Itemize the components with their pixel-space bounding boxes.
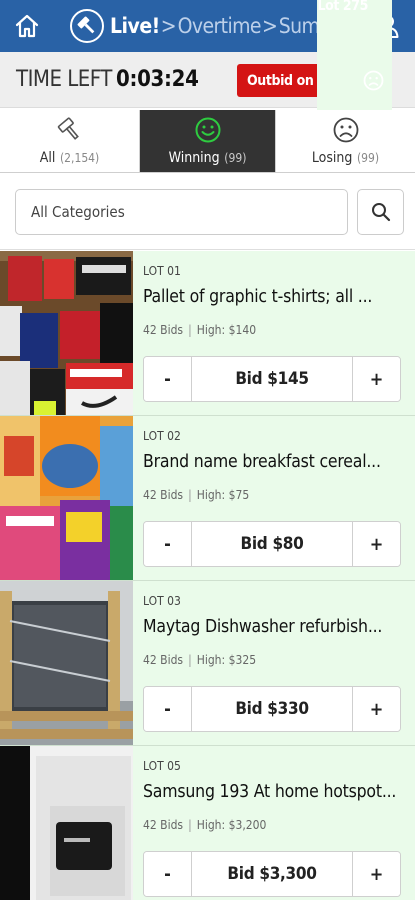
frown-icon xyxy=(333,117,358,143)
tab-all[interactable]: All (2,154) xyxy=(0,110,140,172)
lot-title[interactable]: Brand name breakfast cereal... xyxy=(143,452,405,472)
decrease-bid-button[interactable]: - xyxy=(144,357,192,401)
decrease-bid-button[interactable]: - xyxy=(144,522,192,566)
tab-winning-count: (99) xyxy=(224,151,247,165)
lot-card[interactable]: LOT 03 Maytag Dishwasher refurbish... 42… xyxy=(0,581,415,746)
gavel-icon xyxy=(57,117,79,140)
breadcrumb-separator: > xyxy=(261,14,278,38)
outbid-alert-button[interactable]: Outbid on Lot 275 xyxy=(237,0,392,163)
gavel-icon xyxy=(70,9,104,43)
tab-winning[interactable]: Winning (99) xyxy=(140,110,276,172)
lot-number: LOT 05 xyxy=(143,759,181,773)
lot-meta: 42 Bids | High: $3,200 xyxy=(143,818,267,832)
lot-image-cereal[interactable] xyxy=(0,416,133,580)
bid-count: 42 Bids xyxy=(143,323,184,337)
lot-image-dishwasher[interactable] xyxy=(0,581,133,745)
bid-control: - Bid $80 + xyxy=(143,521,401,567)
time-left-value: 0:03:24 xyxy=(116,67,199,92)
lot-number: LOT 03 xyxy=(143,594,181,608)
bid-count: 42 Bids xyxy=(143,488,184,502)
tab-losing-label: Losing xyxy=(311,150,353,166)
increase-bid-button[interactable]: + xyxy=(352,357,400,401)
time-left-label: TIME LEFT xyxy=(16,67,112,92)
tab-all-count: (2,154) xyxy=(59,151,100,165)
lot-title[interactable]: Maytag Dishwasher refurbish... xyxy=(143,617,405,637)
lot-image-hotspot[interactable] xyxy=(0,746,133,900)
high-bid: High: $325 xyxy=(196,653,257,667)
breadcrumb-separator: > xyxy=(160,14,177,38)
lot-card[interactable]: LOT 05 Samsung 193 At home hotspot... 42… xyxy=(0,746,415,900)
bid-control: - Bid $145 + xyxy=(143,356,401,402)
bid-control: - Bid $3,300 + xyxy=(143,851,401,897)
high-bid: High: $75 xyxy=(196,488,250,502)
increase-bid-button[interactable]: + xyxy=(352,687,400,731)
lot-list: LOT 01 Pallet of graphic t-shirts; all .… xyxy=(0,251,415,900)
tab-winning-label: Winning xyxy=(168,150,220,166)
decrease-bid-button[interactable]: - xyxy=(144,852,192,896)
outbid-text: Outbid on xyxy=(247,72,314,89)
search-button[interactable] xyxy=(357,189,404,235)
decrease-bid-button[interactable]: - xyxy=(144,687,192,731)
tab-losing[interactable]: Losing (99) xyxy=(276,110,415,172)
bid-count: 42 Bids xyxy=(143,653,184,667)
bid-button[interactable]: Bid $330 xyxy=(192,687,352,731)
lot-number: LOT 01 xyxy=(143,264,181,278)
lot-card[interactable]: LOT 02 Brand name breakfast cereal... 42… xyxy=(0,416,415,581)
tab-all-label: All xyxy=(39,150,56,166)
lot-card[interactable]: LOT 01 Pallet of graphic t-shirts; all .… xyxy=(0,251,415,416)
bid-status-tabs: All (2,154) Winning (99) Losing (99) xyxy=(0,110,415,173)
lot-image-tshirts[interactable] xyxy=(0,251,133,415)
filter-row: All Categories xyxy=(0,174,415,250)
high-bid: High: $140 xyxy=(196,323,257,337)
home-icon[interactable] xyxy=(14,13,40,39)
sad-face-icon xyxy=(363,70,384,91)
bid-button[interactable]: Bid $3,300 xyxy=(192,852,352,896)
high-bid: High: $3,200 xyxy=(196,818,267,832)
lot-meta: 42 Bids | High: $75 xyxy=(143,488,250,502)
tab-losing-count: (99) xyxy=(356,151,380,165)
increase-bid-button[interactable]: + xyxy=(352,852,400,896)
bid-button[interactable]: Bid $80 xyxy=(192,522,352,566)
bid-button[interactable]: Bid $145 xyxy=(192,357,352,401)
lot-title[interactable]: Samsung 193 At home hotspot... xyxy=(143,782,405,802)
bid-control: - Bid $330 + xyxy=(143,686,401,732)
lot-meta: 42 Bids | High: $325 xyxy=(143,653,257,667)
search-icon xyxy=(371,203,390,222)
category-select[interactable]: All Categories xyxy=(15,189,348,235)
bid-count: 42 Bids xyxy=(143,818,184,832)
increase-bid-button[interactable]: + xyxy=(352,522,400,566)
breadcrumb-overtime[interactable]: Overtime xyxy=(178,14,262,38)
breadcrumb-live[interactable]: Live! xyxy=(110,14,160,38)
lot-meta: 42 Bids | High: $140 xyxy=(143,323,257,337)
smile-icon xyxy=(195,117,220,143)
lot-number: LOT 02 xyxy=(143,429,181,443)
lot-title[interactable]: Pallet of graphic t-shirts; all ... xyxy=(143,287,405,307)
